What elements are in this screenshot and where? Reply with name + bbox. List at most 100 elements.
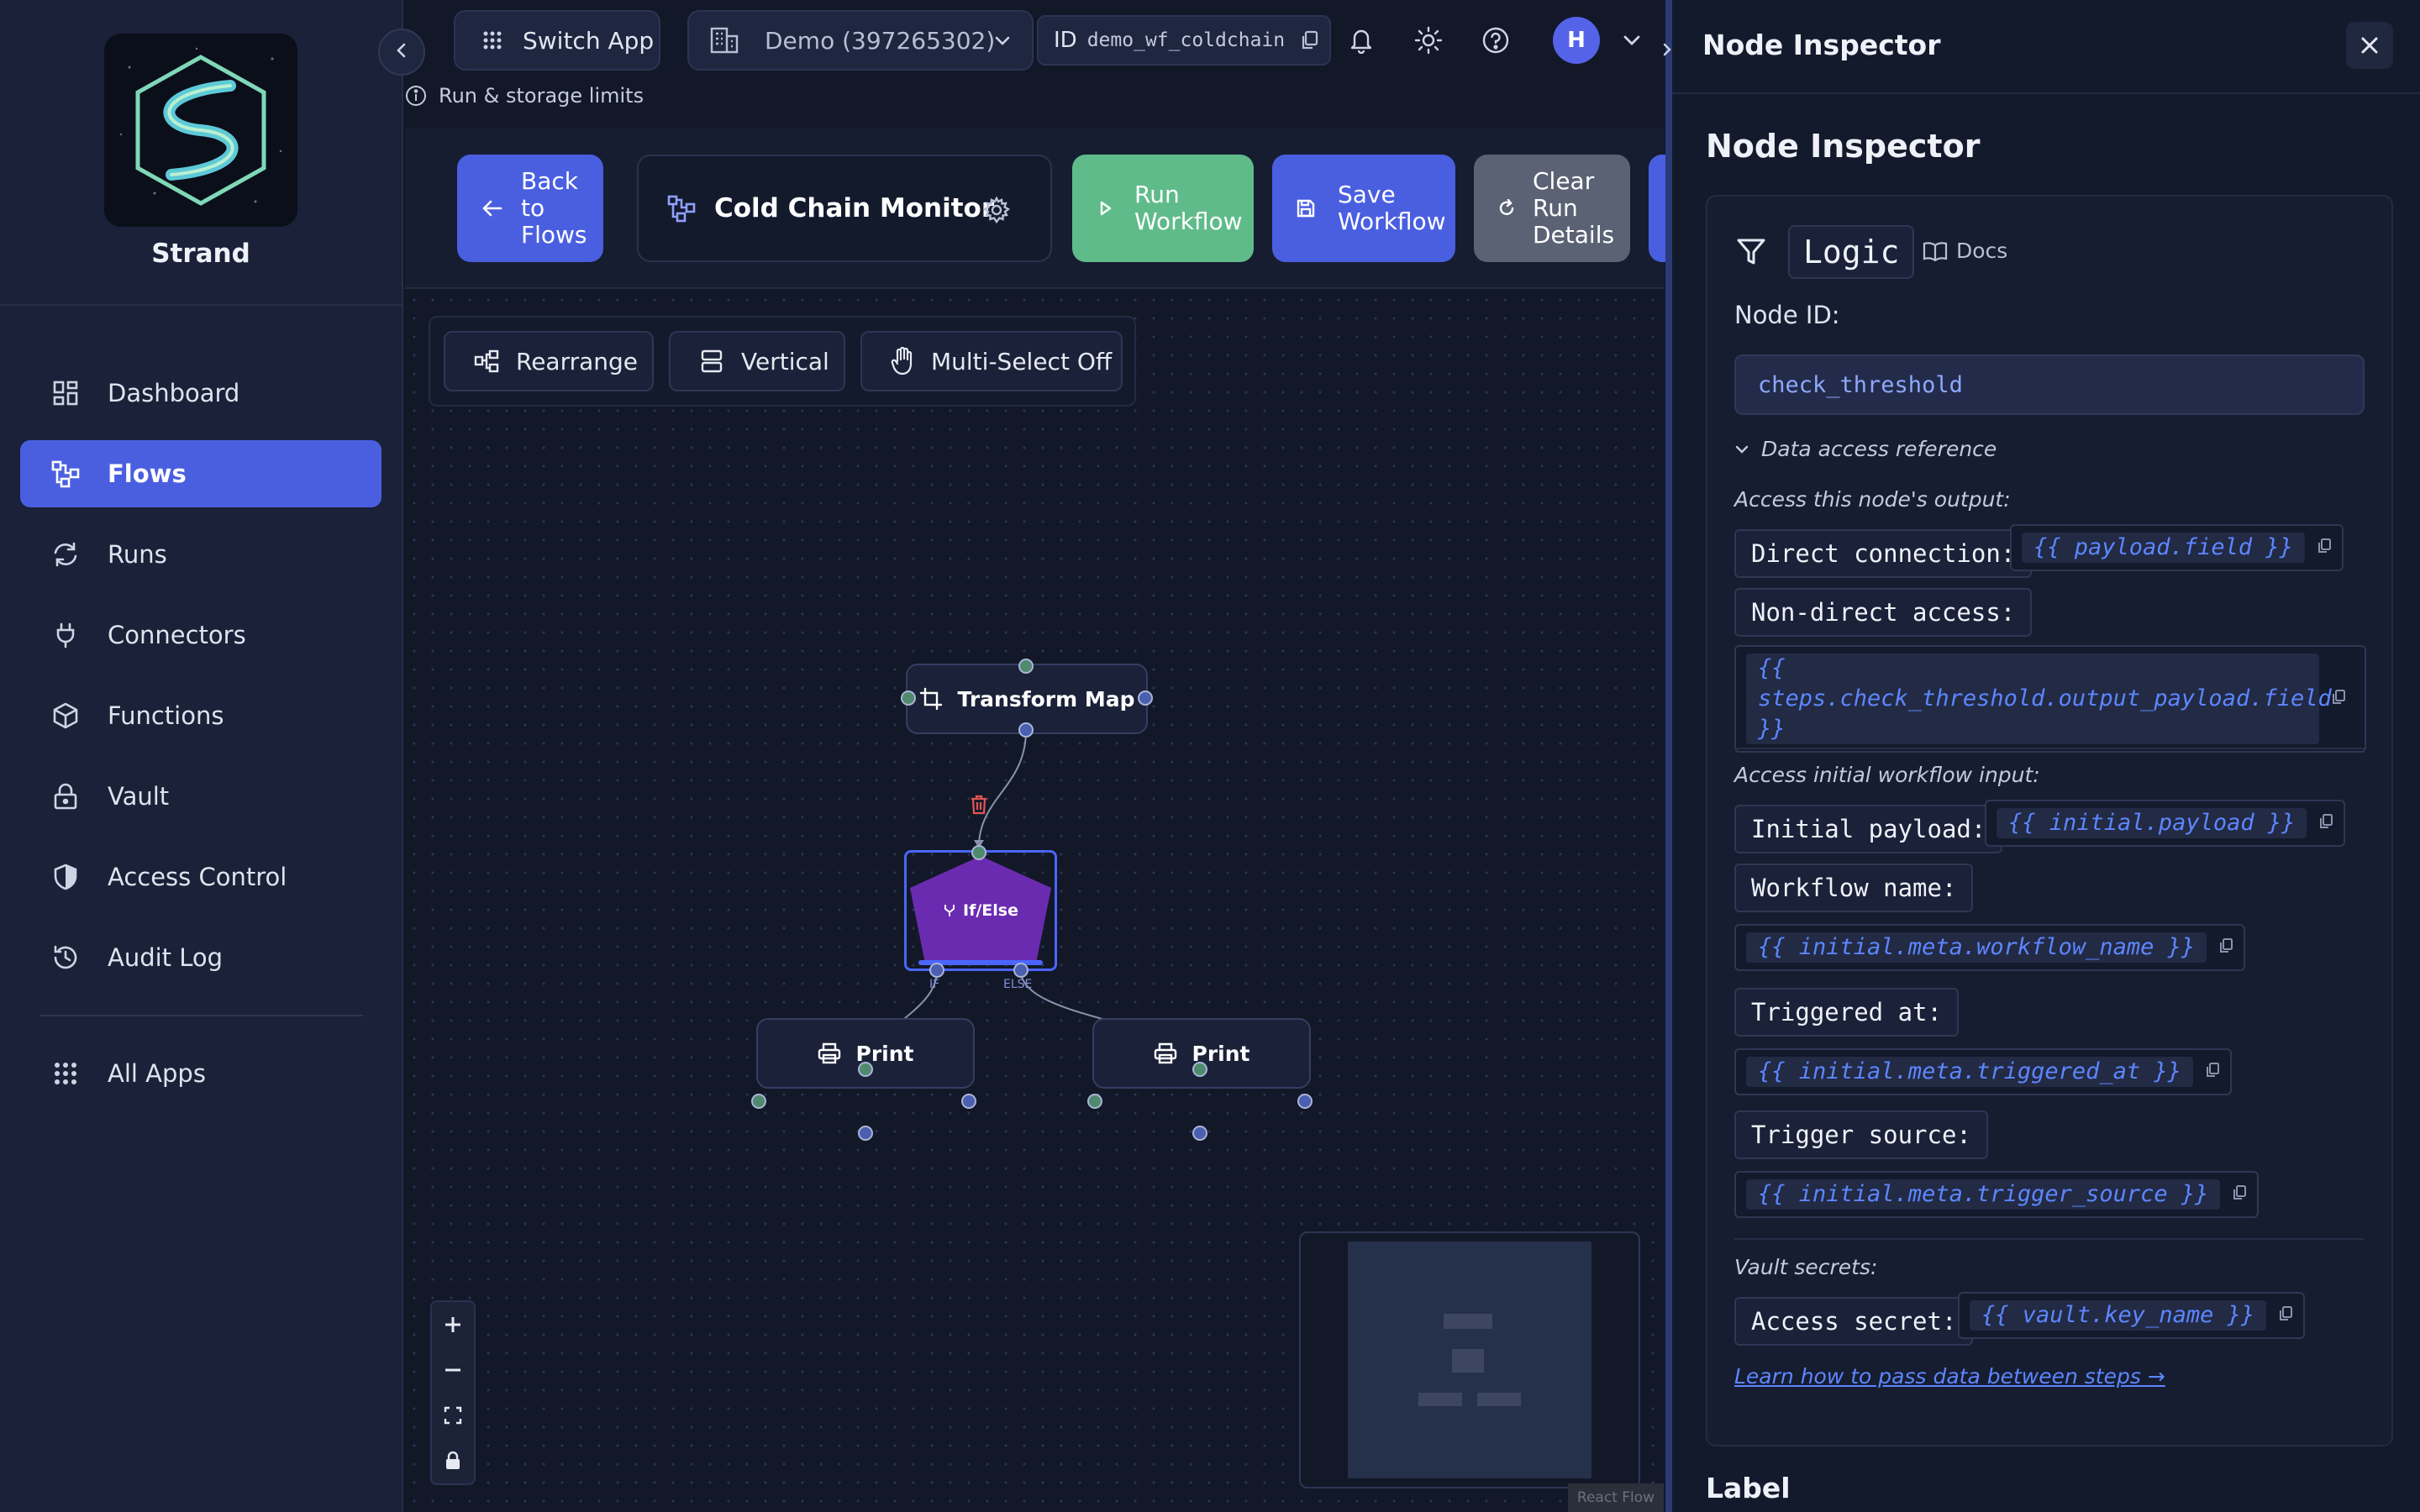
sidebar-item-connectors[interactable]: Connectors (20, 601, 381, 669)
code-snippet: {{ initial.payload }} (1996, 808, 2307, 838)
copy-icon[interactable] (2317, 538, 2332, 558)
learn-data-passing-link[interactable]: Learn how to pass data between steps → (1734, 1364, 2165, 1389)
copy-icon[interactable] (2232, 1184, 2247, 1205)
zoom-controls (430, 1300, 476, 1485)
run-workflow-button[interactable]: Run Workflow (1072, 155, 1254, 262)
node-handle[interactable] (901, 690, 916, 706)
node-handle[interactable] (1087, 1094, 1102, 1109)
collapse-sidebar-button[interactable] (378, 29, 425, 76)
label-line: Save (1338, 181, 1396, 208)
sidebar-item-runs[interactable]: Runs (20, 521, 381, 588)
run-storage-limits[interactable]: Run & storage limits (405, 84, 644, 108)
node-id-field[interactable]: check_threshold (1734, 354, 2365, 415)
plus-icon (445, 1317, 460, 1332)
react-flow-attribution[interactable]: React Flow (1568, 1483, 1664, 1512)
label-section-heading: Label (1706, 1472, 1791, 1504)
grid-icon (482, 30, 502, 50)
sidebar-item-vault[interactable]: Vault (20, 763, 381, 830)
node-inspector-panel: Node Inspector Node Inspector Logic Docs… (1663, 0, 2420, 1512)
node-handle-if[interactable] (929, 963, 944, 978)
filter-icon (1736, 237, 1766, 270)
grid-icon (50, 1058, 81, 1089)
close-icon (2361, 37, 2378, 54)
data-access-reference-toggle[interactable]: Data access reference (1734, 437, 1996, 461)
node-handle-else[interactable] (1013, 963, 1028, 978)
gear-icon[interactable] (983, 197, 1010, 223)
label-line: Back (521, 167, 578, 195)
overflow-button[interactable] (1649, 155, 1665, 262)
workflow-name-snippet: {{ initial.meta.workflow_name }} (1734, 924, 2246, 971)
code-snippet: {{ initial.meta.trigger_source }} (1746, 1179, 2221, 1210)
flows-icon (667, 194, 696, 223)
org-name: Demo (397265302) (765, 26, 996, 55)
node-handle[interactable] (1192, 1062, 1207, 1077)
sidebar-item-access-control[interactable]: Access Control (20, 843, 381, 911)
printer-icon (818, 1042, 841, 1064)
section-output-heading: Access this node's output: (1734, 487, 2011, 512)
copy-icon[interactable] (2218, 937, 2233, 958)
sidebar-divider (0, 304, 402, 306)
copy-icon[interactable] (1300, 30, 1318, 50)
sidebar-item-label: Access Control (108, 863, 287, 891)
sidebar-item-dashboard[interactable]: Dashboard (20, 360, 381, 427)
inspector-header-title: Node Inspector (1702, 29, 1941, 61)
sidebar-item-label: Audit Log (108, 943, 224, 972)
node-handle[interactable] (858, 1062, 873, 1077)
code-snippet: {{ initial.meta.triggered_at }} (1746, 1057, 2193, 1087)
node-print[interactable]: Print (756, 1018, 975, 1089)
minus-icon (445, 1368, 460, 1372)
avatar[interactable]: H (1553, 17, 1600, 64)
clear-run-details-button[interactable]: Clear Run Details (1474, 155, 1630, 262)
fit-view-button[interactable] (432, 1393, 474, 1438)
sidebar-item-label: Runs (108, 540, 167, 569)
inspector-card: Logic Docs Node ID: check_threshold Data… (1706, 195, 2393, 1446)
node-handle[interactable] (1297, 1094, 1313, 1109)
node-handle[interactable] (1018, 659, 1034, 674)
back-to-flows-button[interactable]: Back to Flows (457, 155, 603, 262)
switch-app-button[interactable]: Switch App (454, 10, 660, 71)
org-select[interactable]: Demo (397265302) (687, 10, 1034, 71)
node-handle[interactable] (1018, 722, 1034, 738)
node-handle[interactable] (961, 1094, 976, 1109)
copy-icon[interactable] (2205, 1062, 2220, 1082)
sidebar: Strand Dashboard Flows Runs Connectors F… (0, 0, 403, 1512)
minimap[interactable] (1299, 1231, 1640, 1488)
node-if-else[interactable]: If/Else (904, 850, 1057, 971)
sidebar-item-audit-log[interactable]: Audit Log (20, 924, 381, 991)
zoom-in-button[interactable] (432, 1302, 474, 1347)
copy-icon[interactable] (2278, 1305, 2293, 1326)
code-snippet: {{ vault.key_name }} (1970, 1300, 2267, 1331)
node-handle[interactable] (858, 1126, 873, 1141)
bell-icon[interactable] (1343, 22, 1380, 59)
copy-icon[interactable] (2331, 689, 2346, 709)
printer-icon (1154, 1042, 1177, 1064)
zoom-out-button[interactable] (432, 1347, 474, 1393)
node-print[interactable]: Print (1092, 1018, 1311, 1089)
help-icon[interactable] (1477, 22, 1514, 59)
workflow-toolbar: Back to Flows Cold Chain Monitor Run Wor… (405, 128, 1665, 289)
limits-label: Run & storage limits (439, 84, 644, 108)
node-handle[interactable] (1192, 1126, 1207, 1141)
trash-icon[interactable] (970, 795, 988, 818)
clear-run-details-label: Clear Run Details (1533, 168, 1614, 249)
sidebar-item-flows[interactable]: Flows (20, 440, 381, 507)
docs-link[interactable]: Docs (1923, 239, 2007, 263)
node-type-badge: Logic (1788, 225, 1915, 279)
lock-canvas-button[interactable] (432, 1438, 474, 1483)
save-workflow-button[interactable]: Save Workflow (1272, 155, 1455, 262)
close-button[interactable] (2346, 22, 2393, 69)
chevron-down-icon[interactable] (1613, 22, 1650, 59)
code-snippet: {{ steps.check_threshold.output_payload.… (1746, 654, 2332, 744)
sidebar-item-functions[interactable]: Functions (20, 682, 381, 749)
node-handle[interactable] (751, 1094, 766, 1109)
copy-icon[interactable] (2318, 813, 2333, 833)
docs-label: Docs (1956, 239, 2008, 263)
minimap-node (1444, 1314, 1492, 1329)
sidebar-item-all-apps[interactable]: All Apps (20, 1040, 381, 1107)
lock-icon (446, 1452, 460, 1469)
theme-toggle-icon[interactable] (1410, 22, 1447, 59)
id-prefix: ID (1054, 28, 1077, 53)
flow-canvas[interactable]: Rearrange Vertical Multi-Select Off Tran… (405, 291, 1664, 1512)
node-handle[interactable] (1138, 690, 1153, 706)
node-handle[interactable] (971, 845, 986, 860)
